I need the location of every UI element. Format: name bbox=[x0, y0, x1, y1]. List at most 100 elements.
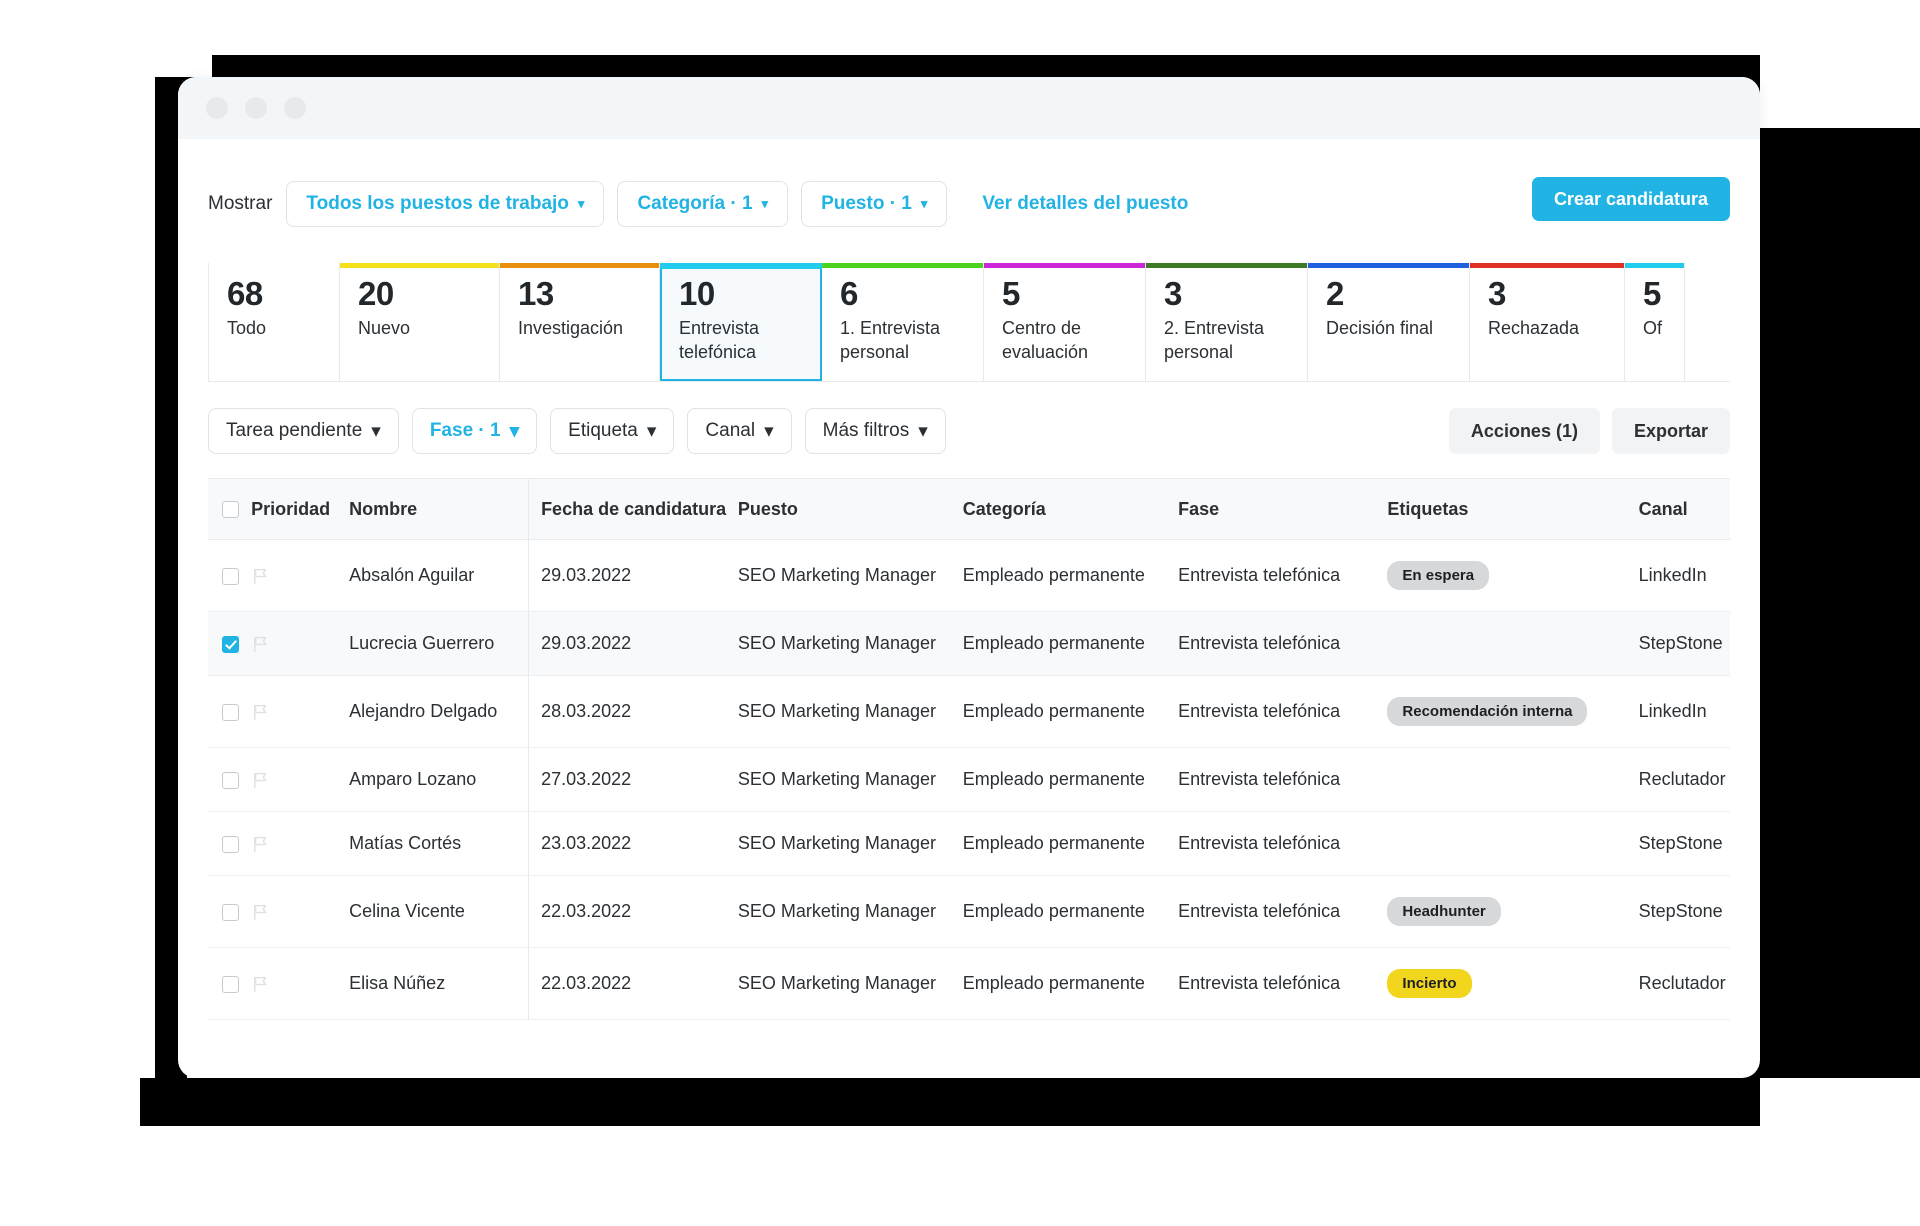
position-filter[interactable]: Puesto · 1 ▾ bbox=[801, 181, 948, 227]
table-row[interactable]: Matías Cortés 23.03.2022 SEO Marketing Man… bbox=[208, 811, 1730, 876]
row-tags-cell: Headhunter bbox=[1387, 875, 1639, 948]
flag-icon[interactable] bbox=[251, 633, 270, 653]
status-badge: Incierto bbox=[1387, 969, 1472, 998]
pipeline-stage-label: Entrevista telefónica bbox=[679, 318, 760, 362]
job-details-link[interactable]: Ver detalles del puesto bbox=[982, 193, 1188, 215]
flag-icon[interactable] bbox=[251, 973, 270, 993]
row-select-cell[interactable] bbox=[208, 811, 252, 876]
row-select-cell[interactable] bbox=[208, 747, 252, 812]
all-jobs-filter[interactable]: Todos los puestos de trabajo ▾ bbox=[286, 181, 605, 227]
row-name-cell: Elisa Núñez bbox=[349, 947, 529, 1020]
row-priority-cell[interactable] bbox=[251, 539, 350, 612]
table-row[interactable]: Amparo Lozano 27.03.2022 SEO Marketing Man… bbox=[208, 747, 1730, 812]
export-button[interactable]: Exportar bbox=[1611, 408, 1730, 454]
table-row[interactable]: Absalón Aguilar 29.03.2022 SEO Marketing M… bbox=[208, 539, 1730, 612]
row-priority-cell[interactable] bbox=[251, 811, 350, 876]
table-row[interactable]: Lucrecia Guerrero 29.03.2022 SEO Marketing… bbox=[208, 611, 1730, 676]
row-checkbox[interactable] bbox=[222, 635, 239, 653]
flag-icon[interactable] bbox=[251, 565, 270, 585]
row-priority-cell[interactable] bbox=[251, 675, 350, 748]
header-date[interactable]: Fecha de candidatura bbox=[528, 478, 738, 540]
phase-filter-label: Fase · 1 bbox=[429, 420, 501, 441]
header-channel[interactable]: Canal bbox=[1638, 478, 1730, 540]
pipeline-stage-label: Nuevo bbox=[358, 318, 411, 338]
pipeline-stage-label: Rechazada bbox=[1488, 318, 1580, 338]
header-job[interactable]: Puesto bbox=[737, 478, 963, 540]
pipeline-stage-2[interactable]: 13 Investigación bbox=[500, 263, 660, 381]
pipeline-stage-color-bar bbox=[1308, 263, 1469, 268]
row-priority-cell[interactable] bbox=[251, 875, 350, 948]
row-priority-cell[interactable] bbox=[251, 947, 350, 1020]
screenshot-root: Mostrar Todos los puestos de trabajo ▾ C… bbox=[0, 0, 1920, 1226]
pipeline-stage-6[interactable]: 3 2. Entrevista personal bbox=[1146, 263, 1308, 381]
row-checkbox[interactable] bbox=[222, 567, 239, 585]
candidates-table-wrap: Prioridad Nombre Fecha de candidatura Pu… bbox=[208, 478, 1730, 1020]
pipeline-stage-0[interactable]: 68 Todo bbox=[208, 263, 340, 381]
chevron-down-icon: ▾ bbox=[918, 420, 928, 442]
row-name-cell: Lucrecia Guerrero bbox=[349, 611, 529, 676]
header-name[interactable]: Nombre bbox=[349, 478, 529, 540]
more-filters-button[interactable]: Más filtros ▾ bbox=[804, 408, 946, 454]
pipeline-stage-count: 20 bbox=[358, 275, 394, 312]
pipeline-stage-8[interactable]: 3 Rechazada bbox=[1470, 263, 1625, 381]
pipeline-stage-9[interactable]: 5 Of bbox=[1625, 263, 1685, 381]
pipeline-stage-7[interactable]: 2 Decisión final bbox=[1308, 263, 1470, 381]
row-checkbox[interactable] bbox=[222, 771, 239, 789]
create-application-button[interactable]: Crear candidatura bbox=[1531, 177, 1730, 221]
pipeline-stage-color-bar bbox=[1625, 263, 1684, 268]
row-category-cell: Empleado permanente bbox=[962, 947, 1179, 1020]
table-row[interactable]: Elisa Núñez 22.03.2022 SEO Marketing Manag… bbox=[208, 947, 1730, 1020]
actions-button[interactable]: Acciones (1) bbox=[1448, 408, 1600, 454]
pipeline-stage-color-bar bbox=[822, 263, 983, 268]
flag-icon[interactable] bbox=[251, 901, 270, 921]
show-label: Mostrar bbox=[208, 193, 273, 214]
row-select-cell[interactable] bbox=[208, 875, 252, 948]
row-checkbox[interactable] bbox=[222, 975, 239, 993]
row-channel-cell: Reclutador exte bbox=[1638, 947, 1730, 1020]
row-job-cell: SEO Marketing Manager bbox=[737, 811, 963, 876]
flag-icon[interactable] bbox=[251, 833, 270, 853]
row-category-cell: Empleado permanente bbox=[962, 811, 1179, 876]
row-tags-cell bbox=[1387, 747, 1639, 812]
app-window: Mostrar Todos los puestos de trabajo ▾ C… bbox=[178, 77, 1760, 1078]
select-all-checkbox[interactable] bbox=[222, 501, 239, 519]
pipeline-stage-4[interactable]: 6 1. Entrevista personal bbox=[822, 263, 984, 381]
close-dot-icon[interactable] bbox=[206, 97, 228, 119]
minimize-dot-icon[interactable] bbox=[245, 97, 267, 119]
row-priority-cell[interactable] bbox=[251, 611, 350, 676]
row-job-cell: SEO Marketing Manager bbox=[737, 947, 963, 1020]
pipeline-stage-label: 2. Entrevista personal bbox=[1164, 318, 1265, 362]
header-priority[interactable]: Prioridad bbox=[251, 478, 350, 540]
select-all-header[interactable] bbox=[208, 478, 252, 540]
row-select-cell[interactable] bbox=[208, 947, 252, 1020]
table-row[interactable]: Alejandro Delgado 28.03.2022 SEO Marketing… bbox=[208, 675, 1730, 748]
pipeline-stage-count: 3 bbox=[1488, 275, 1506, 312]
flag-icon[interactable] bbox=[251, 769, 270, 789]
row-priority-cell[interactable] bbox=[251, 747, 350, 812]
row-select-cell[interactable] bbox=[208, 539, 252, 612]
chevron-down-icon: ▾ bbox=[646, 420, 657, 442]
flag-icon[interactable] bbox=[251, 701, 270, 721]
header-phase[interactable]: Fase bbox=[1178, 478, 1388, 540]
maximize-dot-icon[interactable] bbox=[284, 97, 306, 119]
tag-filter[interactable]: Etiqueta ▾ bbox=[550, 408, 675, 454]
row-checkbox[interactable] bbox=[222, 703, 239, 721]
row-checkbox[interactable] bbox=[222, 835, 239, 853]
row-select-cell[interactable] bbox=[208, 675, 252, 748]
pipeline-stage-5[interactable]: 5 Centro de evaluación bbox=[984, 263, 1146, 381]
row-phase-cell: Entrevista telefónica bbox=[1178, 611, 1388, 676]
decorative-frame-bottom bbox=[140, 1078, 1760, 1126]
row-select-cell[interactable] bbox=[208, 611, 252, 676]
row-checkbox[interactable] bbox=[222, 903, 239, 921]
channel-filter[interactable]: Canal ▾ bbox=[687, 408, 792, 454]
header-category[interactable]: Categoría bbox=[962, 478, 1179, 540]
header-tags[interactable]: Etiquetas bbox=[1387, 478, 1639, 540]
pending-task-filter[interactable]: Tarea pendiente ▾ bbox=[208, 408, 399, 454]
chevron-down-icon: ▾ bbox=[764, 420, 774, 442]
table-row[interactable]: Celina Vicente 22.03.2022 SEO Marketing Ma… bbox=[208, 875, 1730, 948]
phase-filter[interactable]: Fase · 1 ▾ bbox=[411, 408, 538, 454]
pipeline-stage-3[interactable]: 10 Entrevista telefónica bbox=[660, 263, 822, 381]
pipeline-stage-1[interactable]: 20 Nuevo bbox=[340, 263, 500, 381]
position-filter-label: Puesto · 1 bbox=[821, 193, 912, 214]
category-filter[interactable]: Categoría · 1 ▾ bbox=[617, 181, 789, 227]
